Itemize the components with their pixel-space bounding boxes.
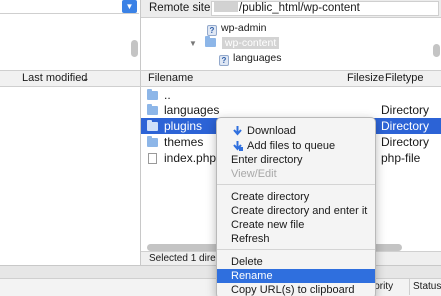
column-filename[interactable]: Filename (148, 71, 193, 86)
menu-item-create-new-file[interactable]: Create new file (217, 218, 375, 232)
file-name: index.php (164, 151, 217, 165)
local-list-header: Last modified ⌄ (0, 70, 141, 87)
menu-item-download[interactable]: Download (217, 124, 375, 138)
column-status[interactable]: Status (409, 279, 441, 295)
file-name: .. (164, 88, 171, 102)
download-arrow-icon (233, 126, 242, 136)
sort-chevron-down-icon[interactable]: ⌄ (82, 71, 90, 86)
disclosure-triangle-icon[interactable]: ▼ (189, 39, 197, 48)
local-file-list[interactable] (0, 87, 141, 265)
menu-item-delete[interactable]: Delete (217, 255, 375, 269)
file-icon (148, 153, 157, 164)
menu-item-create-directory-enter[interactable]: Create directory and enter it (217, 204, 375, 218)
local-tree-scrollbar[interactable] (131, 40, 138, 57)
menu-item-refresh[interactable]: Refresh (217, 232, 375, 246)
folder-icon (147, 89, 158, 100)
file-name: themes (164, 135, 204, 149)
unknown-folder-icon: ? (207, 25, 217, 36)
file-name: plugins (164, 119, 203, 133)
local-site-combobox[interactable]: ▼ (0, 0, 139, 14)
menu-item-create-directory[interactable]: Create directory (217, 190, 375, 204)
remote-site-label: Remote site: (149, 2, 214, 14)
file-row-languages[interactable]: languages Directory (141, 102, 441, 118)
menu-item-label: Add files to queue (247, 140, 336, 152)
file-row-parent[interactable]: .. (141, 87, 441, 103)
menu-separator (217, 249, 375, 250)
remote-path-input[interactable]: /public_html/wp-content (211, 1, 439, 16)
tree-item-wp-content[interactable]: ▼ wp-content (189, 36, 280, 50)
folder-icon (147, 120, 158, 131)
menu-item-enter-directory[interactable]: Enter directory (217, 153, 375, 167)
menu-separator (217, 184, 375, 185)
file-type: php-file (381, 151, 421, 165)
tree-item-label: wp-content (221, 37, 280, 49)
menu-item-add-to-queue[interactable]: Add files to queue (217, 139, 375, 153)
context-menu: Download Add files to queue Enter direct… (216, 117, 376, 296)
column-last-modified[interactable]: Last modified (22, 71, 87, 86)
file-type: Directory (381, 135, 430, 149)
tree-item-label: languages (233, 52, 282, 64)
column-filesize[interactable]: Filesize (347, 71, 384, 86)
folder-icon (204, 36, 216, 47)
menu-item-view-edit: View/Edit (231, 168, 277, 180)
remote-site-bar: Remote site: /public_html/wp-content (141, 0, 441, 18)
redacted-host (214, 2, 238, 12)
add-to-queue-icon (233, 141, 243, 151)
tree-item-languages[interactable]: ? languages (219, 51, 282, 66)
column-filetype[interactable]: Filetype (385, 71, 424, 86)
remote-list-header: Filename Filesize Filetype (141, 70, 441, 87)
menu-item-copy-url[interactable]: Copy URL(s) to clipboard (217, 283, 375, 296)
folder-icon (147, 136, 158, 147)
chevron-down-icon[interactable]: ▼ (122, 0, 137, 13)
unknown-folder-icon: ? (219, 55, 229, 66)
remote-tree-scrollbar[interactable] (433, 44, 440, 57)
folder-icon (147, 104, 158, 115)
tree-item-label: wp-admin (221, 22, 267, 34)
remote-path-value: /public_html/wp-content (239, 2, 360, 14)
file-type: Directory (381, 119, 430, 133)
file-name: languages (164, 103, 220, 117)
menu-item-label: Download (247, 125, 296, 137)
remote-directory-tree: ? wp-admin ▼ wp-content ? languages (141, 18, 441, 70)
file-type: Directory (381, 103, 430, 117)
menu-item-rename[interactable]: Rename (217, 269, 375, 283)
tree-item-wp-admin[interactable]: ? wp-admin (207, 21, 267, 36)
